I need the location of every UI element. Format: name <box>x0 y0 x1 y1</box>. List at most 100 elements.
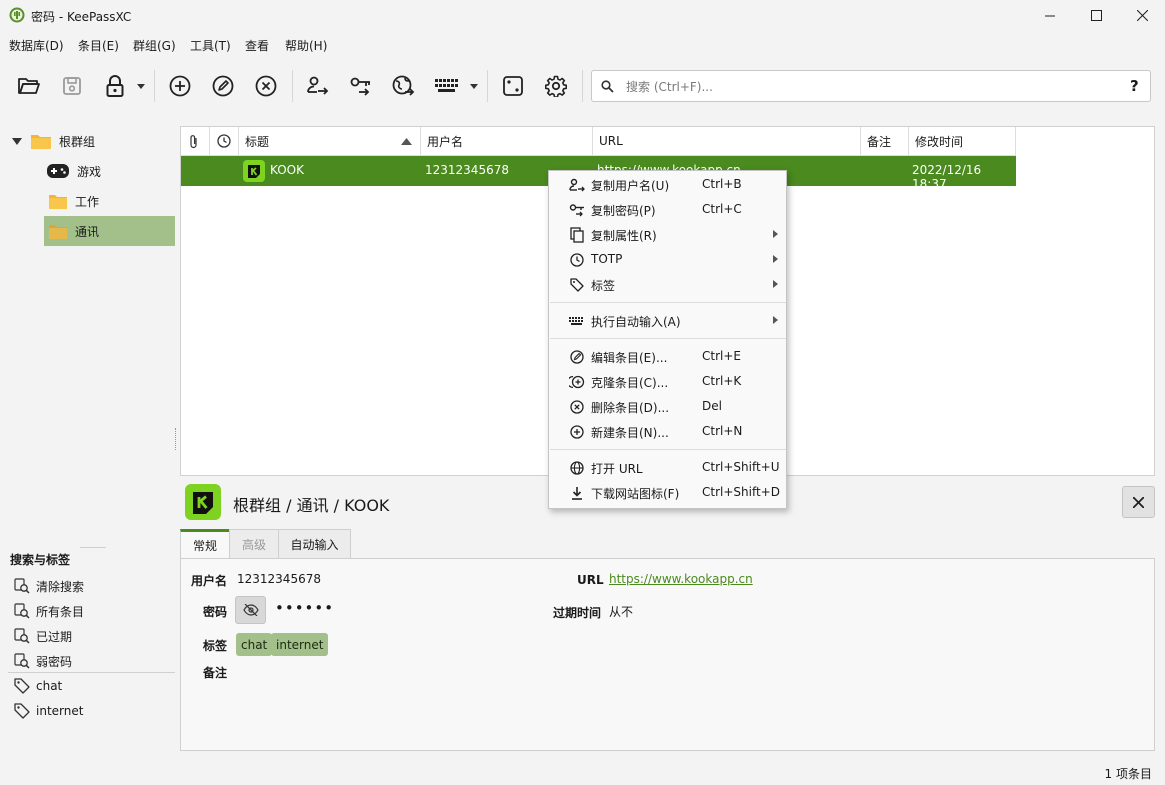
search-item-clear[interactable]: 清除搜索 <box>14 575 84 597</box>
menu-item-autotype[interactable]: 执行自动输入(A) <box>549 308 786 333</box>
toggle-password-button[interactable] <box>235 596 266 624</box>
menu-database[interactable]: 数据库(D) <box>9 37 64 54</box>
menu-item-new-entry[interactable]: 新建条目(N)... Ctrl+N <box>549 419 786 444</box>
search-item-expired[interactable]: 已过期 <box>14 625 72 647</box>
menu-item-download-favicon[interactable]: 下载网站图标(F) Ctrl+Shift+D <box>549 480 786 505</box>
splitter-handle[interactable] <box>175 428 178 450</box>
menu-item-copy-username[interactable]: 复制用户名(U) Ctrl+B <box>549 172 786 197</box>
menu-item-label: 标签 <box>591 279 616 293</box>
maximize-button[interactable] <box>1073 0 1119 31</box>
open-database-button[interactable] <box>12 68 46 104</box>
sort-ascending-icon <box>401 138 412 145</box>
menu-item-label: 克隆条目(C)... <box>591 376 669 390</box>
menu-item-clone-entry[interactable]: 克隆条目(C)... Ctrl+K <box>549 369 786 394</box>
tree-item-label: 通讯 <box>75 224 100 239</box>
submenu-arrow-icon <box>773 230 778 238</box>
password-value: •••••• <box>275 599 335 617</box>
lock-database-icon <box>106 75 124 97</box>
menu-item-tags[interactable]: 标签 <box>549 272 786 297</box>
tree-item-work[interactable]: 工作 <box>49 187 99 215</box>
menu-view[interactable]: 查看 <box>245 37 269 54</box>
add-entry-button[interactable] <box>163 68 197 104</box>
dice-icon <box>503 76 523 96</box>
tag-chip[interactable]: internet <box>271 633 329 656</box>
save-database-button[interactable] <box>55 68 89 104</box>
menu-item-label: 打开 URL <box>591 462 643 476</box>
tag-item-label: chat <box>36 679 63 693</box>
column-url[interactable]: URL <box>593 127 861 156</box>
search-input[interactable] <box>626 78 1106 96</box>
edit-icon <box>569 349 585 365</box>
column-totp[interactable] <box>210 127 239 156</box>
search-help-button[interactable]: ? <box>1130 77 1139 95</box>
column-notes[interactable]: 备注 <box>861 127 909 156</box>
notes-label: 备注 <box>203 666 228 680</box>
autotype-dropdown-button[interactable] <box>469 81 479 91</box>
menu-item-copy-attribute[interactable]: 复制属性(R) <box>549 222 786 247</box>
menu-item-edit-entry[interactable]: 编辑条目(E)... Ctrl+E <box>549 344 786 369</box>
username-label: 用户名 <box>191 574 228 588</box>
column-username[interactable]: 用户名 <box>421 127 593 156</box>
column-modified[interactable]: 修改时间 <box>909 127 1016 156</box>
tags-label: 标签 <box>203 639 228 653</box>
keepassxc-logo-icon <box>9 7 25 23</box>
menu-groups[interactable]: 群组(G) <box>133 37 176 54</box>
divider <box>80 547 106 548</box>
minimize-button[interactable] <box>1027 0 1073 31</box>
toolbar-separator <box>292 70 293 102</box>
copy-username-button[interactable] <box>301 68 335 104</box>
menu-help[interactable]: 帮助(H) <box>285 37 327 54</box>
search-item-weak[interactable]: 弱密码 <box>14 650 72 672</box>
group-tree: 根群组 游戏 工作 通讯 <box>0 124 180 524</box>
menu-bar: 数据库(D) 条目(E) 群组(G) 工具(T) 查看 帮助(H) <box>0 33 1165 55</box>
cell-username: 12312345678 <box>425 163 509 177</box>
tag-icon <box>14 678 30 694</box>
edit-entry-icon <box>212 75 234 97</box>
tree-item-games[interactable]: 游戏 <box>47 157 101 185</box>
url-link[interactable]: https://www.kookapp.cn <box>609 572 753 586</box>
folder-icon <box>31 135 51 149</box>
tab-advanced[interactable]: 高级 <box>229 529 279 559</box>
menu-item-delete-entry[interactable]: 删除条目(D)... Del <box>549 394 786 419</box>
search-item-label: 清除搜索 <box>36 579 85 594</box>
tag-icon <box>569 277 585 293</box>
copy-password-icon <box>569 202 585 218</box>
folder-icon <box>49 224 67 239</box>
column-attachment[interactable] <box>181 127 210 156</box>
tag-item-chat[interactable]: chat <box>14 675 62 697</box>
tag-item-internet[interactable]: internet <box>14 700 83 722</box>
search-icon <box>601 80 614 93</box>
password-label: 密码 <box>203 605 228 619</box>
tree-item-root[interactable]: 根群组 <box>12 127 95 155</box>
lock-database-button[interactable] <box>98 68 132 104</box>
search-item-all[interactable]: 所有条目 <box>14 600 84 622</box>
menu-entries[interactable]: 条目(E) <box>78 37 119 54</box>
copy-password-button[interactable] <box>344 68 378 104</box>
tab-autotype[interactable]: 自动输入 <box>278 529 351 559</box>
tag-chip[interactable]: chat <box>236 633 273 656</box>
clock-icon <box>217 134 231 148</box>
tab-general[interactable]: 常规 <box>180 529 230 559</box>
eye-off-icon <box>242 604 259 616</box>
settings-button[interactable] <box>539 68 573 104</box>
menu-item-open-url[interactable]: 打开 URL Ctrl+Shift+U <box>549 455 786 480</box>
delete-entry-button[interactable] <box>249 68 283 104</box>
menu-item-label: 执行自动输入(A) <box>591 315 681 329</box>
submenu-arrow-icon <box>773 316 778 324</box>
menu-item-shortcut: Ctrl+K <box>702 374 742 388</box>
column-title[interactable]: 标题 <box>239 127 421 156</box>
menu-item-shortcut: Del <box>702 399 722 413</box>
edit-entry-button[interactable] <box>206 68 240 104</box>
lock-dropdown-button[interactable] <box>136 81 146 91</box>
menu-item-copy-password[interactable]: 复制密码(P) Ctrl+C <box>549 197 786 222</box>
tree-item-communication[interactable]: 通讯 <box>49 217 99 245</box>
close-button[interactable] <box>1119 0 1165 31</box>
menu-tools[interactable]: 工具(T) <box>190 37 231 54</box>
menu-item-totp[interactable]: TOTP <box>549 247 786 272</box>
open-url-button[interactable] <box>387 68 421 104</box>
search-tags-title: 搜索与标签 <box>10 553 71 567</box>
password-generator-button[interactable] <box>496 68 530 104</box>
chevron-down-icon <box>470 83 478 89</box>
close-detail-button[interactable] <box>1122 486 1155 518</box>
autotype-button[interactable] <box>430 68 464 104</box>
